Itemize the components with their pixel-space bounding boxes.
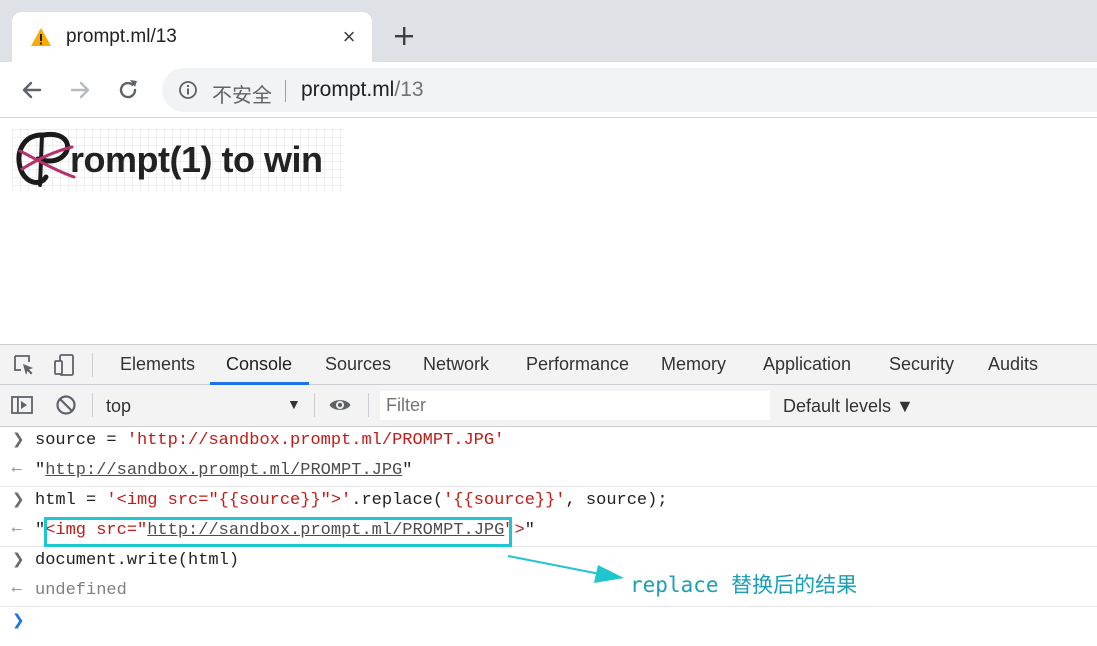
annotation-text: replace 替换后的结果 bbox=[630, 573, 858, 597]
annotation-arrow bbox=[507, 555, 624, 583]
